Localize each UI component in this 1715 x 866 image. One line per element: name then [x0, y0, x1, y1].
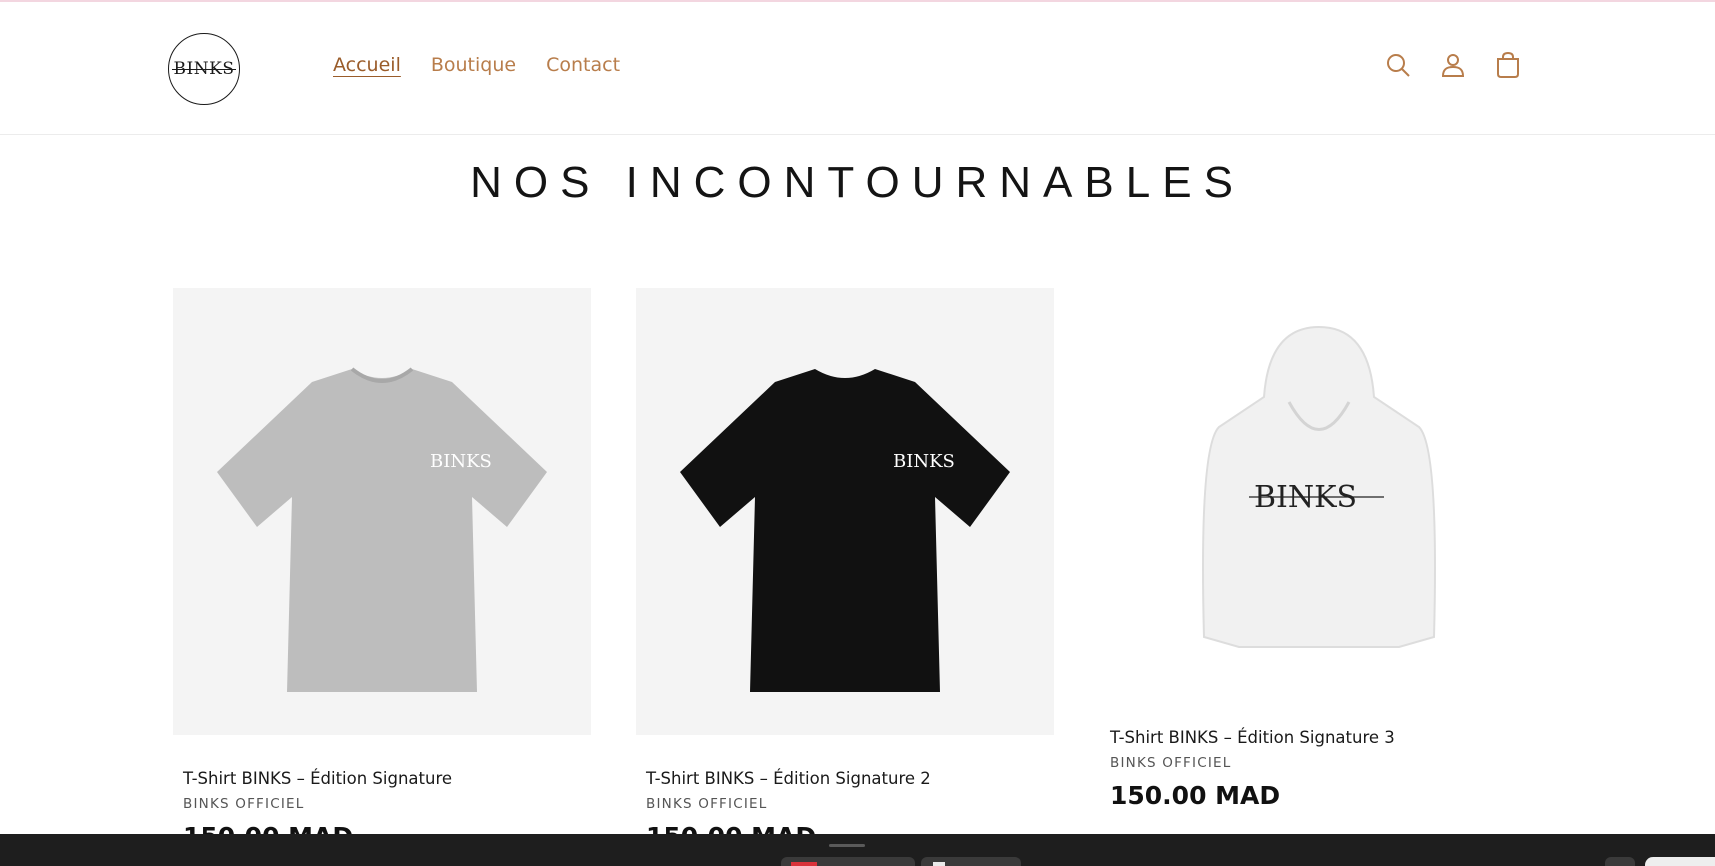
product-card[interactable]: BINKS T-Shirt BINKS – Édition Signature …: [1110, 288, 1528, 810]
product-card[interactable]: BINKS T-Shirt BINKS – Édition Signature …: [636, 288, 1054, 851]
main-nav: Accueil Boutique Contact: [333, 54, 620, 76]
nav-item-boutique[interactable]: Boutique: [431, 54, 516, 76]
tshirt-grey-image: BINKS: [217, 366, 547, 692]
hoodie-white-image: BINKS: [1202, 325, 1436, 648]
product-vendor: BINKS OFFICIEL: [183, 796, 305, 812]
product-image[interactable]: BINKS: [636, 288, 1054, 735]
taskbar-tab[interactable]: [921, 857, 1021, 866]
taskbar-button[interactable]: [1605, 857, 1635, 866]
account-icon[interactable]: [1438, 50, 1468, 80]
product-name[interactable]: T-Shirt BINKS – Édition Signature 3: [1110, 728, 1528, 747]
taskbar-button[interactable]: [1645, 857, 1715, 866]
header-icons: [1383, 50, 1523, 80]
section-title: NOS INCONTOURNABLES: [470, 158, 1245, 207]
product-price: 150.00 MAD: [1110, 781, 1281, 810]
brand-logo[interactable]: BINKS: [168, 33, 240, 105]
nav-item-contact[interactable]: Contact: [546, 54, 620, 76]
nav-item-accueil[interactable]: Accueil: [333, 54, 401, 76]
site-header: BINKS Accueil Boutique Contact: [0, 2, 1715, 135]
logo-text: BINKS: [171, 59, 237, 79]
svg-text:BINKS: BINKS: [893, 451, 955, 472]
product-image[interactable]: BINKS: [1110, 288, 1528, 706]
taskbar-handle[interactable]: [829, 844, 865, 847]
product-vendor: BINKS OFFICIEL: [1110, 755, 1232, 771]
cart-icon[interactable]: [1493, 50, 1523, 80]
search-icon[interactable]: [1383, 50, 1413, 80]
product-card[interactable]: BINKS T-Shirt BINKS – Édition Signature …: [173, 288, 591, 851]
product-image[interactable]: BINKS: [173, 288, 591, 735]
taskbar: [0, 834, 1715, 866]
svg-text:BINKS: BINKS: [430, 451, 492, 472]
tshirt-black-image: BINKS: [680, 368, 1010, 692]
product-name[interactable]: T-Shirt BINKS – Édition Signature: [173, 769, 591, 788]
product-vendor: BINKS OFFICIEL: [646, 796, 768, 812]
taskbar-tab[interactable]: [781, 857, 915, 866]
product-name[interactable]: T-Shirt BINKS – Édition Signature 2: [636, 769, 1054, 788]
